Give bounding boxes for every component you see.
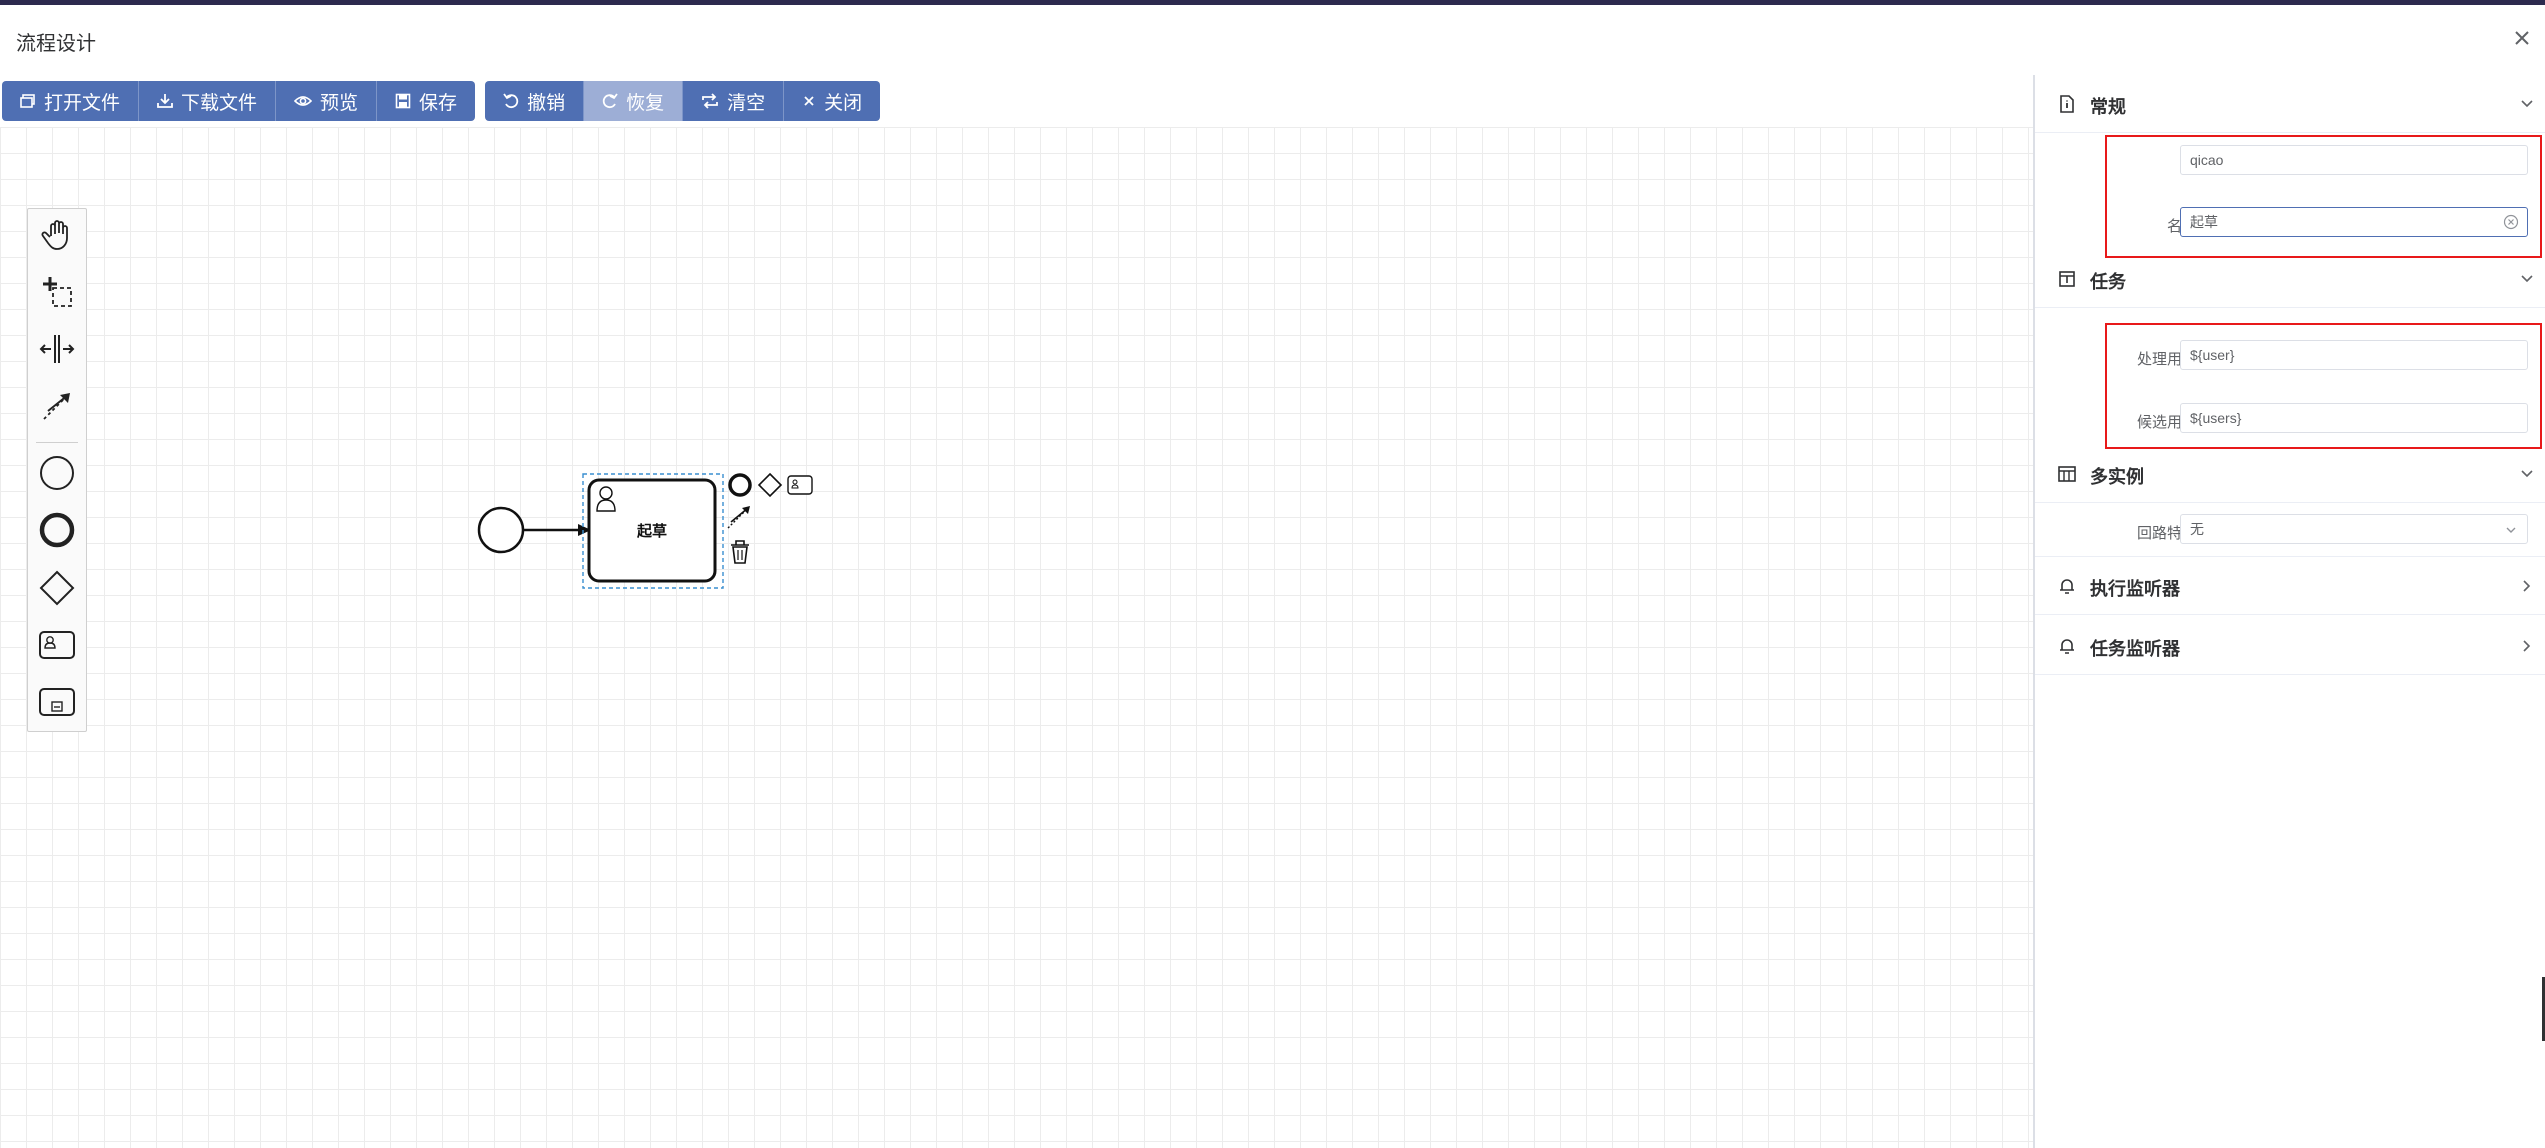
download-icon bbox=[157, 94, 173, 108]
bpmn-palette bbox=[27, 208, 87, 732]
name-input[interactable]: 起草 bbox=[2180, 207, 2528, 237]
bell-icon bbox=[2060, 579, 2074, 594]
user-task-icon[interactable] bbox=[28, 623, 86, 667]
id-input[interactable]: qicao bbox=[2180, 145, 2528, 175]
global-connect-icon[interactable] bbox=[28, 384, 86, 428]
clear-input-icon[interactable] bbox=[2503, 214, 2519, 230]
start-event-icon[interactable] bbox=[28, 451, 86, 495]
clear-label: 清空 bbox=[727, 92, 766, 114]
chevron-down-icon bbox=[2521, 470, 2533, 478]
execution-listener-section-title: 执行监听器 bbox=[2090, 579, 2180, 599]
dialog-header: 流程设计 bbox=[0, 5, 2545, 75]
table-icon bbox=[2058, 466, 2076, 482]
download-file-label: 下载文件 bbox=[181, 92, 258, 114]
undo-label: 撤销 bbox=[527, 92, 566, 114]
file-button-group: 打开文件 下载文件 预览 保存 bbox=[2, 81, 476, 121]
close-label: 关闭 bbox=[824, 92, 863, 114]
chevron-right-icon bbox=[2523, 580, 2531, 592]
edit-button-group: 撤销 恢复 清空 关闭 bbox=[485, 81, 881, 121]
task-listener-section-header[interactable]: 任务监听器 bbox=[2035, 617, 2545, 675]
undo-button[interactable]: 撤销 bbox=[485, 81, 585, 121]
close-button[interactable]: 关闭 bbox=[784, 81, 881, 121]
eye-icon bbox=[294, 96, 313, 106]
task-listener-section-title: 任务监听器 bbox=[2090, 639, 2180, 659]
name-input-value: 起草 bbox=[2190, 214, 2218, 230]
execution-listener-section-header[interactable]: 执行监听器 bbox=[2035, 557, 2545, 615]
general-section-header[interactable]: 常规 bbox=[2035, 75, 2545, 133]
task-section-title: 任务 bbox=[2090, 272, 2126, 292]
open-file-button[interactable]: 打开文件 bbox=[2, 81, 140, 121]
bell-icon bbox=[2060, 639, 2074, 654]
loop-characteristics-label: 回路特性 bbox=[2136, 525, 2197, 542]
name-label: 名称 bbox=[2065, 215, 2197, 236]
dialog-title: 流程设计 bbox=[16, 33, 96, 55]
subprocess-icon[interactable] bbox=[28, 680, 86, 724]
open-file-label: 打开文件 bbox=[44, 92, 121, 114]
candidate-users-label: 候选用户 bbox=[2136, 414, 2197, 431]
lasso-tool-icon[interactable] bbox=[28, 270, 86, 314]
multi-instance-section-header[interactable]: 多实例 bbox=[2035, 445, 2545, 503]
preview-label: 预览 bbox=[320, 92, 359, 114]
loop-characteristics-select[interactable]: 无 bbox=[2180, 514, 2528, 544]
task-section-header[interactable]: 任务 bbox=[2035, 250, 2545, 308]
assignee-label: 处理用户 bbox=[2136, 351, 2197, 368]
save-label: 保存 bbox=[419, 92, 458, 114]
undo-icon bbox=[503, 93, 519, 109]
end-event-icon[interactable] bbox=[28, 508, 86, 552]
download-file-button[interactable]: 下载文件 bbox=[139, 81, 277, 121]
loop-characteristics-value: 无 bbox=[2190, 521, 2204, 537]
palette-separator bbox=[36, 442, 78, 443]
save-icon bbox=[395, 93, 411, 109]
dialog-close-icon[interactable] bbox=[2509, 25, 2535, 51]
chevron-down-icon bbox=[2521, 100, 2533, 108]
save-button[interactable]: 保存 bbox=[377, 81, 476, 121]
properties-panel: 常规 ID qicao 名称 起草 任务 处理用户 ${user} 候选用户 $… bbox=[2033, 75, 2545, 1148]
preview-button[interactable]: 预览 bbox=[276, 81, 378, 121]
chevron-down-icon bbox=[2521, 275, 2533, 283]
clear-button[interactable]: 清空 bbox=[683, 81, 785, 121]
assignee-input[interactable]: ${user} bbox=[2180, 340, 2528, 370]
redo-label: 恢复 bbox=[626, 92, 665, 114]
folder-open-icon bbox=[20, 94, 35, 108]
document-info-icon bbox=[2060, 95, 2074, 113]
refresh-icon bbox=[702, 93, 718, 109]
id-label: ID bbox=[2065, 154, 2197, 171]
chevron-right-icon bbox=[2523, 640, 2531, 652]
toolbar: 打开文件 下载文件 预览 保存 撤销 恢复 清空 关闭 bbox=[2, 81, 890, 121]
close-icon bbox=[804, 96, 814, 106]
candidate-users-input[interactable]: ${users} bbox=[2180, 403, 2528, 433]
general-section-title: 常规 bbox=[2090, 97, 2126, 117]
gateway-icon[interactable] bbox=[28, 566, 86, 610]
redo-icon bbox=[602, 93, 618, 109]
multi-instance-section-title: 多实例 bbox=[2090, 467, 2144, 487]
bpmn-canvas[interactable] bbox=[0, 127, 2033, 1148]
space-tool-icon[interactable] bbox=[28, 327, 86, 371]
select-chevron-down-icon bbox=[2506, 527, 2516, 533]
hand-tool-icon[interactable] bbox=[28, 213, 86, 257]
task-form-icon bbox=[2059, 271, 2075, 287]
redo-button[interactable]: 恢复 bbox=[584, 81, 684, 121]
